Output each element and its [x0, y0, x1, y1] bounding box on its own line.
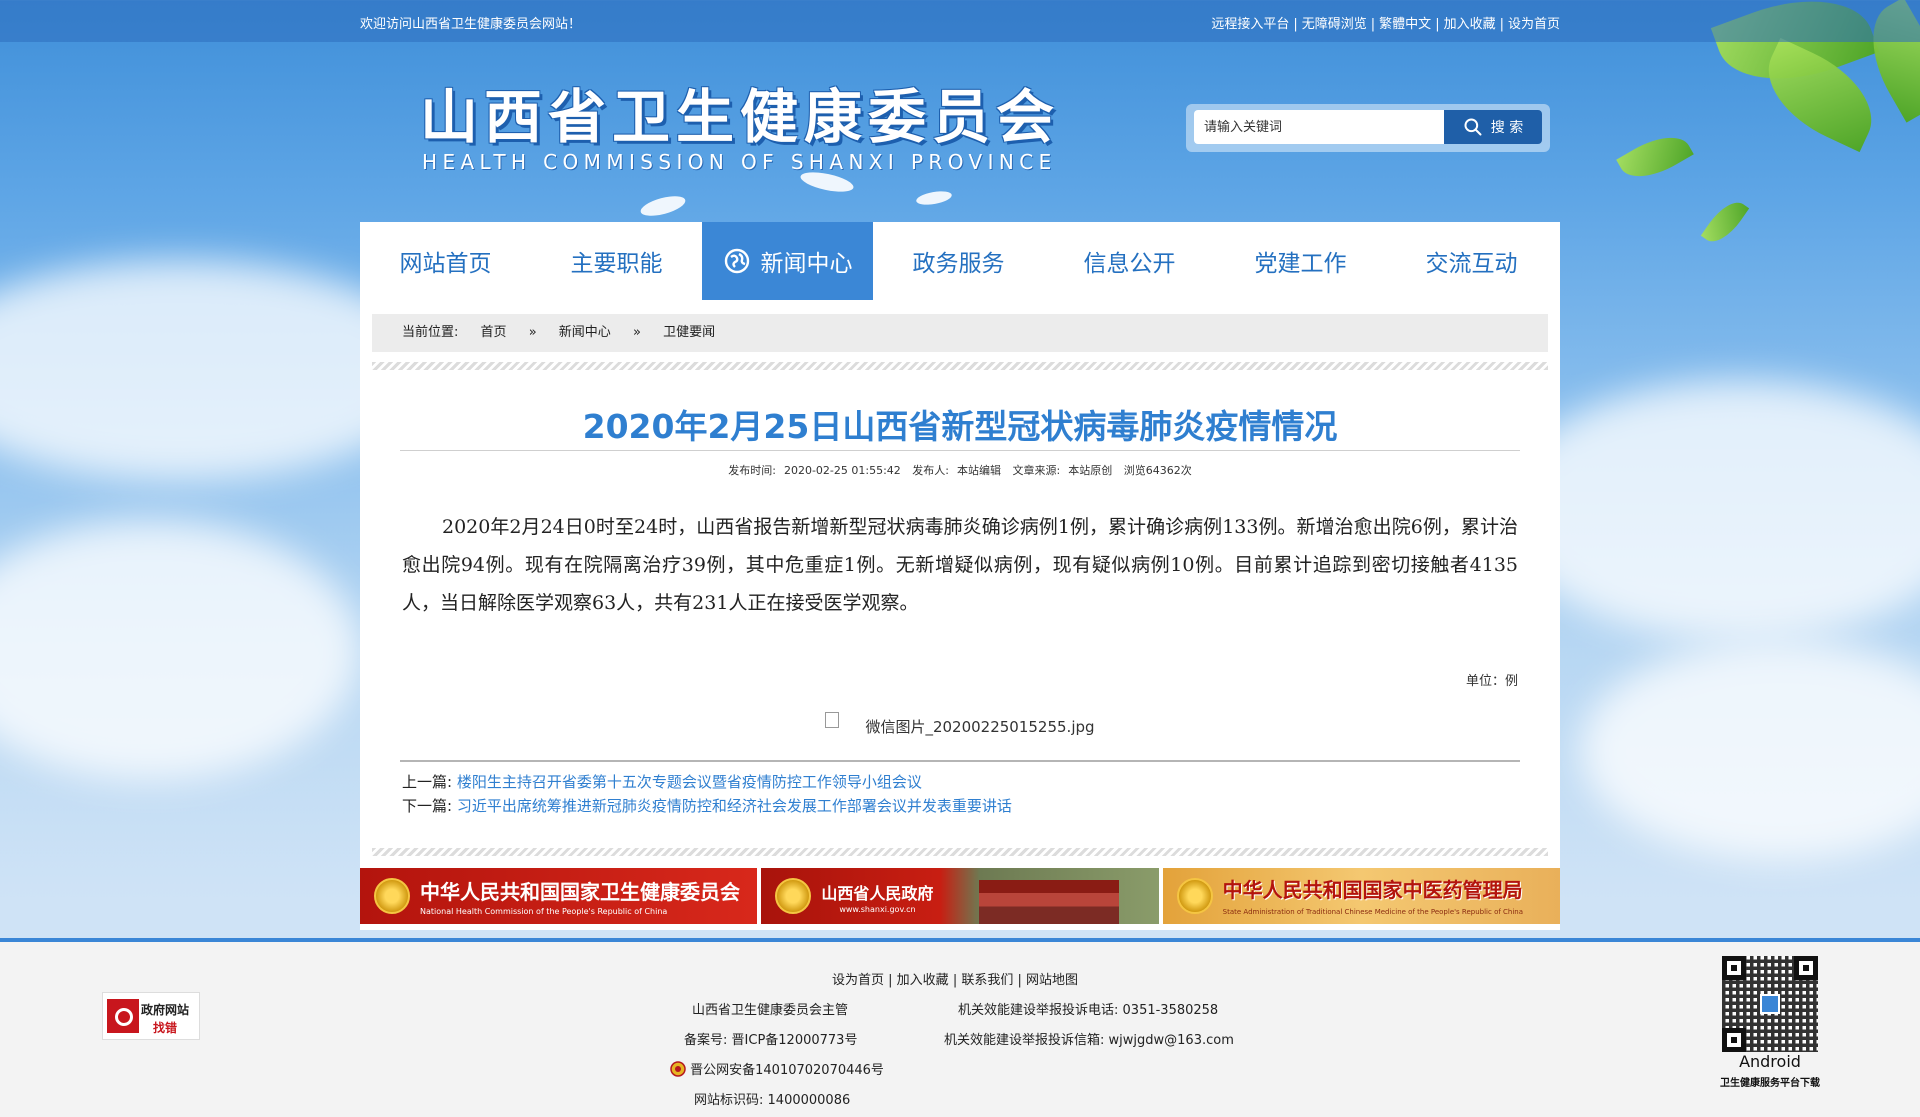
cloud-decoration: [1580, 640, 1920, 860]
search-input[interactable]: [1194, 110, 1446, 144]
logo-title-cn: 山西省卫生健康委员会: [420, 83, 1061, 151]
android-label: Android: [1739, 1052, 1801, 1071]
globe-icon: [724, 248, 749, 274]
source: 本站原创: [1068, 464, 1113, 477]
set-homepage-link[interactable]: 设为首页: [1508, 17, 1560, 32]
leaf-decoration: [1700, 194, 1750, 250]
gov-website-error-badge[interactable]: 政府网站 找错: [102, 992, 200, 1040]
banner-subtitle: National Health Commission of the People…: [420, 907, 668, 916]
divider: [372, 848, 1548, 856]
breadcrumb-home[interactable]: 首页: [481, 325, 507, 340]
nav-item-news-center[interactable]: 新闻中心: [702, 222, 873, 300]
cloud-decoration: [1500, 380, 1920, 640]
top-bar: 欢迎访问山西省卫生健康委员会网站！ 远程接入平台 | 无障碍浏览 | 繁體中文 | 加入收藏…: [0, 0, 1920, 42]
breadcrumb-label: 当前位置:: [402, 325, 459, 340]
footer-site-id: 网站标识码: 1400000086: [694, 1093, 851, 1108]
partner-banners: 中华人民共和国国家卫生健康委员会 National Health Commiss…: [360, 868, 1560, 924]
source-label: 文章来源:: [1012, 464, 1061, 477]
nav-item-gov-services[interactable]: 政务服务: [873, 222, 1044, 300]
accessibility-link[interactable]: 无障碍浏览: [1302, 17, 1367, 32]
publisher-label: 发布人:: [912, 464, 950, 477]
national-emblem-icon: [374, 878, 410, 914]
police-badge-icon: [670, 1061, 686, 1077]
view-count: 浏览64362次: [1123, 464, 1192, 477]
search-icon: [1464, 118, 1482, 136]
breadcrumb-news-center[interactable]: 新闻中心: [559, 325, 611, 340]
article-title: 2020年2月25日山西省新型冠状病毒肺炎疫情情况: [582, 407, 1338, 446]
divider: [372, 362, 1548, 370]
next-label: 下一篇:: [402, 797, 453, 815]
divider: [400, 760, 1520, 762]
banner-tcm[interactable]: 中华人民共和国国家中医药管理局 State Administration of …: [1162, 868, 1560, 924]
image-alt-text: 微信图片_20200225015255.jpg: [865, 718, 1095, 736]
welcome-text: 欢迎访问山西省卫生健康委员会网站！: [360, 17, 582, 32]
national-emblem-icon: [775, 878, 812, 914]
qr-corner: [1722, 956, 1746, 980]
nav-item-info-disclosure[interactable]: 信息公开: [1044, 222, 1215, 300]
main-nav: 网站首页 主要职能 新闻中心 政务服务 信息公开 党建工作 交流互动: [360, 222, 1560, 300]
footer-links: 设为首页 | 加入收藏 | 联系我们 | 网站地图: [832, 973, 1079, 988]
banner-title: 中华人民共和国国家中医药管理局: [1222, 878, 1523, 902]
add-favorite-link[interactable]: 加入收藏: [1444, 17, 1496, 32]
banner-nhc[interactable]: 中华人民共和国国家卫生健康委员会 National Health Commiss…: [360, 868, 758, 924]
footer-email: 机关效能建设举报投诉信箱: wjwjgdw@163.com: [944, 1033, 1234, 1048]
footer-phone: 机关效能建设举报投诉电话: 0351-3580258: [958, 1003, 1219, 1018]
building-image: [978, 880, 1119, 924]
breadcrumb-current[interactable]: 卫健要闻: [663, 325, 715, 340]
qr-corner: [1722, 1028, 1746, 1052]
publish-time-label: 发布时间:: [728, 464, 776, 477]
search-button[interactable]: 搜 索: [1444, 110, 1542, 144]
dove-decoration: [915, 188, 953, 208]
article-meta: 发布时间: 2020-02-25 01:55:42 发布人: 本站编辑 文章来源: 本…: [400, 462, 1520, 478]
footer-icp: 备案号: 晋ICP备12000773号: [684, 1033, 858, 1048]
footer-add-favorite[interactable]: 加入收藏: [897, 973, 949, 988]
search-box: 搜 索: [1186, 104, 1550, 152]
nav-item-party-building[interactable]: 党建工作: [1215, 222, 1386, 300]
magnifier-icon: [107, 999, 139, 1033]
divider: [400, 450, 1520, 451]
next-article: 下一篇: 习近平出席统筹推进新冠肺炎疫情防控和经济社会发展工作部署会议并发表重要…: [402, 795, 1012, 816]
article-body: 2020年2月24日0时至24时，山西省报告新增新型冠状病毒肺炎确诊病例1例，累…: [402, 516, 1518, 614]
nav-item-home[interactable]: 网站首页: [360, 222, 531, 300]
prev-article: 上一篇: 楼阳生主持召开省委第十五次专题会议暨省疫情防控工作领导小组会议: [402, 771, 922, 792]
cloud-decoration: [0, 520, 360, 780]
unit-note: 单位：例: [1465, 674, 1518, 689]
breadcrumb-separator: »: [528, 325, 537, 340]
dove-decoration: [638, 192, 688, 220]
banner-subtitle: State Administration of Traditional Chin…: [1222, 908, 1524, 916]
remote-access-link[interactable]: 远程接入平台: [1211, 17, 1289, 32]
footer-contact-us[interactable]: 联系我们: [961, 973, 1013, 988]
footer-sponsor: 山西省卫生健康委员会主管: [692, 1003, 849, 1018]
site-logo[interactable]: 山西省卫生健康委员会 HEALTH COMMISSION OF SHANXI P…: [420, 70, 1080, 180]
article-image: 微信图片_20200225015255.jpg: [400, 711, 1520, 737]
national-emblem-icon: [1176, 878, 1213, 914]
footer-sitemap[interactable]: 网站地图: [1026, 973, 1078, 988]
publisher: 本站编辑: [957, 464, 1002, 477]
banner-title: 山西省人民政府: [821, 884, 934, 903]
broken-image-icon: [825, 711, 840, 728]
banner-subtitle: www.shanxi.gov.cn: [839, 905, 916, 914]
footer-set-homepage[interactable]: 设为首页: [832, 973, 884, 988]
next-article-link[interactable]: 习近平出席统筹推进新冠肺炎疫情防控和经济社会发展工作部署会议并发表重要讲话: [457, 797, 1012, 815]
nav-item-interaction[interactable]: 交流互动: [1386, 222, 1557, 300]
qr-corner: [1794, 956, 1818, 980]
leaf-decoration: [1616, 124, 1694, 190]
nav-item-functions[interactable]: 主要职能: [531, 222, 702, 300]
banner-title: 中华人民共和国国家卫生健康委员会: [420, 880, 740, 904]
breadcrumb: 当前位置: 首页 » 新闻中心 » 卫健要闻: [372, 314, 1548, 352]
prev-article-link[interactable]: 楼阳生主持召开省委第十五次专题会议暨省疫情防控工作领导小组会议: [457, 773, 922, 791]
footer-police-record[interactable]: 晋公网安备14010702070446号: [670, 1059, 884, 1078]
footer: 政府网站 找错 设为首页 | 加入收藏 | 联系我们 | 网站地图 山西省卫生健…: [0, 938, 1920, 1117]
traditional-chinese-link[interactable]: 繁體中文: [1379, 17, 1431, 32]
breadcrumb-separator: »: [632, 325, 641, 340]
qr-logo-icon: [1760, 994, 1780, 1014]
publish-time: 2020-02-25 01:55:42: [783, 464, 901, 477]
article-container: 当前位置: 首页 » 新闻中心 » 卫健要闻 2020年2月25日山西省新型冠状…: [360, 300, 1560, 930]
prev-label: 上一篇:: [402, 773, 453, 791]
search-button-label: 搜 索: [1490, 120, 1524, 136]
top-links: 远程接入平台 | 无障碍浏览 | 繁體中文 | 加入收藏 | 设为首页: [1211, 17, 1560, 32]
qr-caption: 卫生健康服务平台下载: [1720, 1078, 1820, 1089]
banner-shanxi-gov[interactable]: 山西省人民政府 www.shanxi.gov.cn: [761, 868, 1159, 924]
logo-title-en: HEALTH COMMISSION OF SHANXI PROVINCE: [422, 150, 1057, 174]
